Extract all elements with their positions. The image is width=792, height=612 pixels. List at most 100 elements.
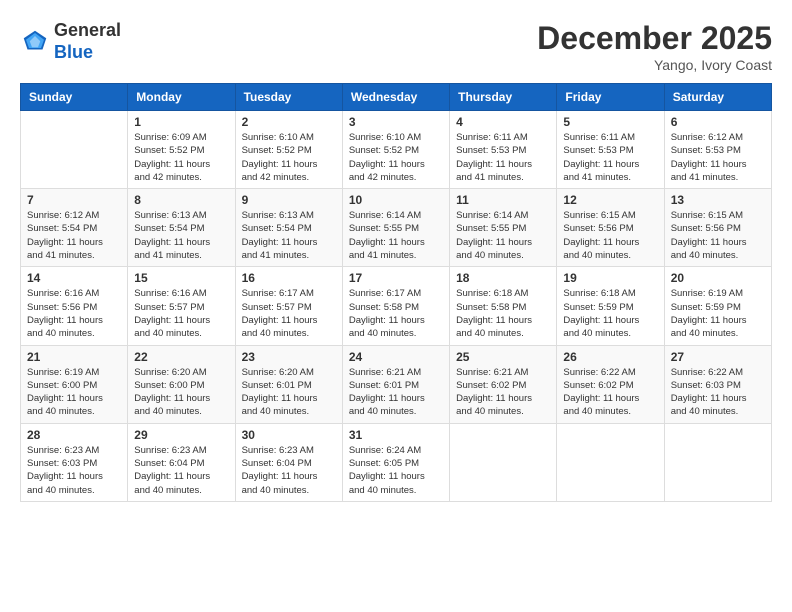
- day-number: 5: [563, 115, 657, 129]
- day-number: 17: [349, 271, 443, 285]
- location: Yango, Ivory Coast: [537, 57, 772, 73]
- table-row: 14 Sunrise: 6:16 AMSunset: 5:56 PMDayligh…: [21, 267, 128, 345]
- day-number: 30: [242, 428, 336, 442]
- day-info: Sunrise: 6:24 AMSunset: 6:05 PMDaylight:…: [349, 444, 443, 497]
- table-row: 25 Sunrise: 6:21 AMSunset: 6:02 PMDayligh…: [450, 345, 557, 423]
- table-row: 22 Sunrise: 6:20 AMSunset: 6:00 PMDayligh…: [128, 345, 235, 423]
- day-info: Sunrise: 6:14 AMSunset: 5:55 PMDaylight:…: [456, 209, 550, 262]
- day-number: 11: [456, 193, 550, 207]
- day-info: Sunrise: 6:23 AMSunset: 6:04 PMDaylight:…: [242, 444, 336, 497]
- day-info: Sunrise: 6:12 AMSunset: 5:53 PMDaylight:…: [671, 131, 765, 184]
- day-number: 6: [671, 115, 765, 129]
- day-info: Sunrise: 6:21 AMSunset: 6:02 PMDaylight:…: [456, 366, 550, 419]
- header-friday: Friday: [557, 84, 664, 111]
- day-number: 19: [563, 271, 657, 285]
- logo-text: General Blue: [54, 20, 121, 63]
- table-row: 27 Sunrise: 6:22 AMSunset: 6:03 PMDayligh…: [664, 345, 771, 423]
- calendar-week-row: 1 Sunrise: 6:09 AMSunset: 5:52 PMDaylight…: [21, 111, 772, 189]
- day-info: Sunrise: 6:12 AMSunset: 5:54 PMDaylight:…: [27, 209, 121, 262]
- day-number: 25: [456, 350, 550, 364]
- header-sunday: Sunday: [21, 84, 128, 111]
- day-number: 23: [242, 350, 336, 364]
- day-number: 28: [27, 428, 121, 442]
- day-number: 27: [671, 350, 765, 364]
- day-number: 8: [134, 193, 228, 207]
- day-info: Sunrise: 6:16 AMSunset: 5:56 PMDaylight:…: [27, 287, 121, 340]
- day-number: 31: [349, 428, 443, 442]
- table-row: [450, 423, 557, 501]
- day-info: Sunrise: 6:17 AMSunset: 5:57 PMDaylight:…: [242, 287, 336, 340]
- table-row: 5 Sunrise: 6:11 AMSunset: 5:53 PMDaylight…: [557, 111, 664, 189]
- month-title: December 2025: [537, 20, 772, 57]
- table-row: 24 Sunrise: 6:21 AMSunset: 6:01 PMDayligh…: [342, 345, 449, 423]
- table-row: [21, 111, 128, 189]
- table-row: [664, 423, 771, 501]
- calendar-week-row: 28 Sunrise: 6:23 AMSunset: 6:03 PMDayligh…: [21, 423, 772, 501]
- day-info: Sunrise: 6:21 AMSunset: 6:01 PMDaylight:…: [349, 366, 443, 419]
- table-row: 23 Sunrise: 6:20 AMSunset: 6:01 PMDayligh…: [235, 345, 342, 423]
- day-number: 21: [27, 350, 121, 364]
- table-row: 29Sunrise: 6:23 AMSunset: 6:04 PMDayligh…: [128, 423, 235, 501]
- table-row: 12 Sunrise: 6:15 AMSunset: 5:56 PMDayligh…: [557, 189, 664, 267]
- calendar-table: Sunday Monday Tuesday Wednesday Thursday…: [20, 83, 772, 502]
- day-info: Sunrise: 6:18 AMSunset: 5:59 PMDaylight:…: [563, 287, 657, 340]
- day-info: Sunrise: 6:13 AMSunset: 5:54 PMDaylight:…: [134, 209, 228, 262]
- day-number: 24: [349, 350, 443, 364]
- header-saturday: Saturday: [664, 84, 771, 111]
- table-row: 31 Sunrise: 6:24 AMSunset: 6:05 PMDayligh…: [342, 423, 449, 501]
- day-number: 16: [242, 271, 336, 285]
- day-info: Sunrise: 6:20 AMSunset: 6:01 PMDaylight:…: [242, 366, 336, 419]
- page-header: General Blue December 2025 Yango, Ivory …: [20, 20, 772, 73]
- day-info: Sunrise: 6:11 AMSunset: 5:53 PMDaylight:…: [563, 131, 657, 184]
- day-number: 15: [134, 271, 228, 285]
- day-info: Sunrise: 6:09 AMSunset: 5:52 PMDaylight:…: [134, 131, 228, 184]
- logo-icon: [20, 27, 50, 57]
- day-info: Sunrise: 6:17 AMSunset: 5:58 PMDaylight:…: [349, 287, 443, 340]
- day-number: 3: [349, 115, 443, 129]
- day-info: Sunrise: 6:22 AMSunset: 6:02 PMDaylight:…: [563, 366, 657, 419]
- table-row: 18 Sunrise: 6:18 AMSunset: 5:58 PMDayligh…: [450, 267, 557, 345]
- day-info: Sunrise: 6:19 AMSunset: 5:59 PMDaylight:…: [671, 287, 765, 340]
- day-info: Sunrise: 6:13 AMSunset: 5:54 PMDaylight:…: [242, 209, 336, 262]
- table-row: 6 Sunrise: 6:12 AMSunset: 5:53 PMDaylight…: [664, 111, 771, 189]
- day-info: Sunrise: 6:19 AMSunset: 6:00 PMDaylight:…: [27, 366, 121, 419]
- day-info: Sunrise: 6:22 AMSunset: 6:03 PMDaylight:…: [671, 366, 765, 419]
- day-info: Sunrise: 6:23 AMSunset: 6:03 PMDaylight:…: [27, 444, 121, 497]
- table-row: 15Sunrise: 6:16 AMSunset: 5:57 PMDayligh…: [128, 267, 235, 345]
- table-row: 21 Sunrise: 6:19 AMSunset: 6:00 PMDayligh…: [21, 345, 128, 423]
- table-row: 26Sunrise: 6:22 AMSunset: 6:02 PMDayligh…: [557, 345, 664, 423]
- day-info: Sunrise: 6:18 AMSunset: 5:58 PMDaylight:…: [456, 287, 550, 340]
- day-number: 22: [134, 350, 228, 364]
- table-row: 17 Sunrise: 6:17 AMSunset: 5:58 PMDayligh…: [342, 267, 449, 345]
- calendar-week-row: 7 Sunrise: 6:12 AMSunset: 5:54 PMDaylight…: [21, 189, 772, 267]
- table-row: 19 Sunrise: 6:18 AMSunset: 5:59 PMDayligh…: [557, 267, 664, 345]
- day-number: 18: [456, 271, 550, 285]
- day-info: Sunrise: 6:15 AMSunset: 5:56 PMDaylight:…: [563, 209, 657, 262]
- day-number: 4: [456, 115, 550, 129]
- header-wednesday: Wednesday: [342, 84, 449, 111]
- table-row: 10Sunrise: 6:14 AMSunset: 5:55 PMDayligh…: [342, 189, 449, 267]
- calendar-header-row: Sunday Monday Tuesday Wednesday Thursday…: [21, 84, 772, 111]
- title-section: December 2025 Yango, Ivory Coast: [537, 20, 772, 73]
- day-info: Sunrise: 6:14 AMSunset: 5:55 PMDaylight:…: [349, 209, 443, 262]
- day-number: 20: [671, 271, 765, 285]
- table-row: 30 Sunrise: 6:23 AMSunset: 6:04 PMDayligh…: [235, 423, 342, 501]
- day-number: 29: [134, 428, 228, 442]
- calendar-week-row: 21 Sunrise: 6:19 AMSunset: 6:00 PMDayligh…: [21, 345, 772, 423]
- day-info: Sunrise: 6:10 AMSunset: 5:52 PMDaylight:…: [242, 131, 336, 184]
- day-info: Sunrise: 6:15 AMSunset: 5:56 PMDaylight:…: [671, 209, 765, 262]
- day-number: 14: [27, 271, 121, 285]
- day-number: 9: [242, 193, 336, 207]
- table-row: 11 Sunrise: 6:14 AMSunset: 5:55 PMDayligh…: [450, 189, 557, 267]
- calendar-week-row: 14 Sunrise: 6:16 AMSunset: 5:56 PMDayligh…: [21, 267, 772, 345]
- table-row: 2Sunrise: 6:10 AMSunset: 5:52 PMDaylight…: [235, 111, 342, 189]
- header-thursday: Thursday: [450, 84, 557, 111]
- day-info: Sunrise: 6:20 AMSunset: 6:00 PMDaylight:…: [134, 366, 228, 419]
- day-number: 13: [671, 193, 765, 207]
- day-number: 1: [134, 115, 228, 129]
- day-number: 7: [27, 193, 121, 207]
- table-row: 3Sunrise: 6:10 AMSunset: 5:52 PMDaylight…: [342, 111, 449, 189]
- day-number: 12: [563, 193, 657, 207]
- table-row: 20 Sunrise: 6:19 AMSunset: 5:59 PMDayligh…: [664, 267, 771, 345]
- table-row: 7 Sunrise: 6:12 AMSunset: 5:54 PMDaylight…: [21, 189, 128, 267]
